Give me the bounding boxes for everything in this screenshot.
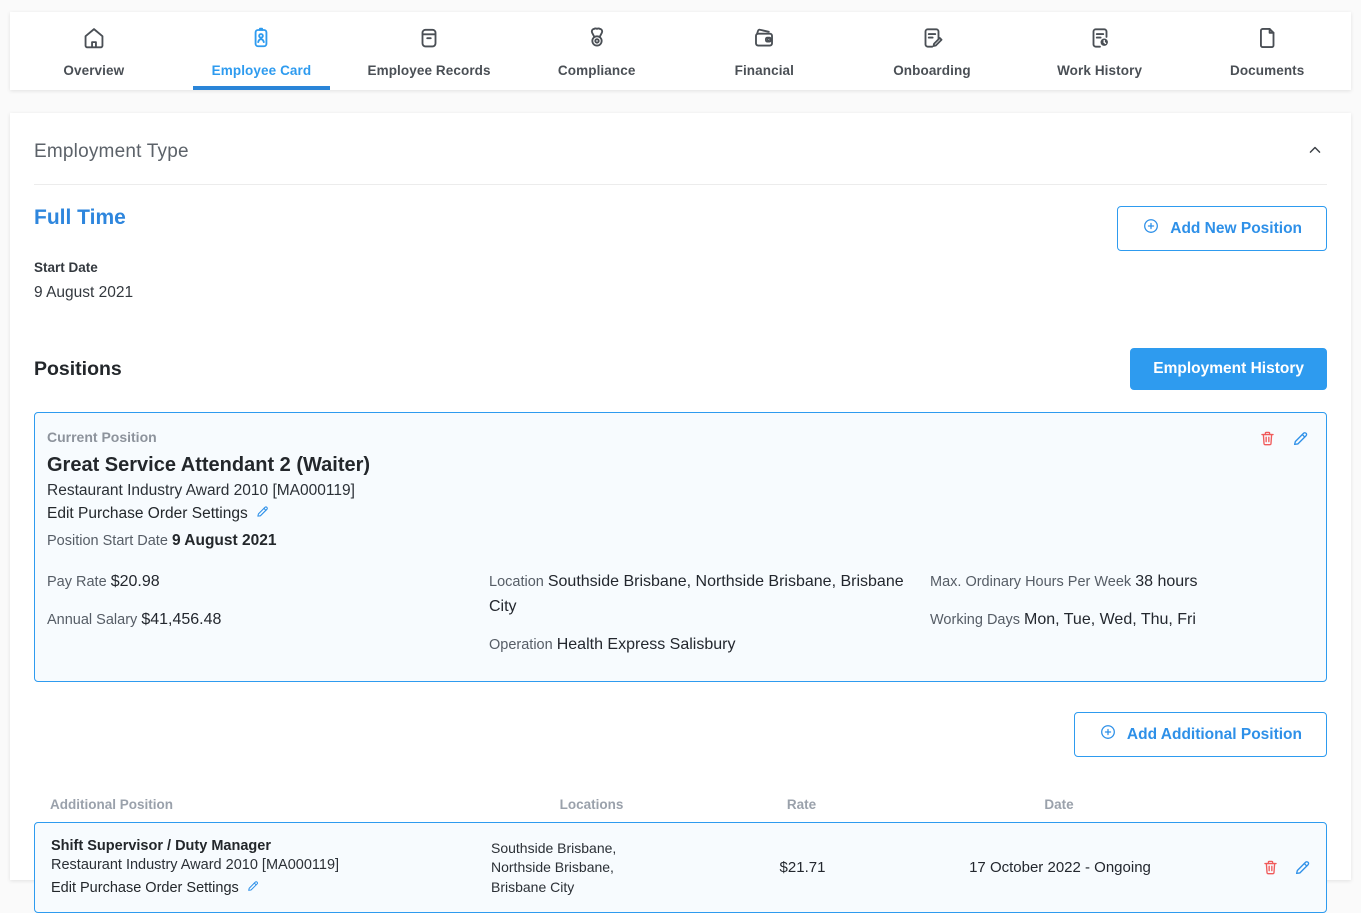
position-start-date-value: 9 August 2021 <box>172 532 277 549</box>
employee-card-panel: Employment Type Full Time Start Date 9 A… <box>10 113 1351 880</box>
pay-rate-label: Pay Rate <box>47 574 107 590</box>
delete-position-button[interactable] <box>1258 429 1277 448</box>
medal-icon <box>584 25 610 56</box>
start-date-value: 9 August 2021 <box>34 284 133 302</box>
tab-employee-records[interactable]: Employee Records <box>345 12 513 90</box>
tab-label: Employee Records <box>367 63 490 78</box>
column-header-rate: Rate <box>719 797 884 812</box>
column-header-date: Date <box>884 797 1234 812</box>
additional-position-row: Shift Supervisor / Duty Manager Restaura… <box>34 822 1327 913</box>
start-date-label: Start Date <box>34 260 133 275</box>
annual-salary-value: $41,456.48 <box>141 611 221 628</box>
trash-icon <box>1261 865 1280 880</box>
collapse-section-button[interactable] <box>1303 138 1327 165</box>
working-days-value: Mon, Tue, Wed, Thu, Fri <box>1024 611 1196 628</box>
add-new-position-button[interactable]: Add New Position <box>1117 206 1327 251</box>
top-tab-bar: Overview Employee Card Employee Records … <box>10 12 1351 90</box>
edit-purchase-order-label: Edit Purchase Order Settings <box>51 880 239 896</box>
plus-circle-icon <box>1142 217 1160 240</box>
position-title: Great Service Attendant 2 (Waiter) <box>47 454 1310 477</box>
history-doc-icon <box>1087 25 1113 56</box>
edit-purchase-order-link[interactable]: Edit Purchase Order Settings <box>47 504 270 524</box>
trash-icon <box>1258 436 1277 451</box>
position-award: Restaurant Industry Award 2010 [MA000119… <box>47 482 1310 500</box>
home-icon <box>81 25 107 56</box>
tab-label: Documents <box>1230 63 1304 78</box>
edit-position-button[interactable] <box>1291 429 1310 448</box>
tab-work-history[interactable]: Work History <box>1016 12 1184 90</box>
edit-purchase-order-label: Edit Purchase Order Settings <box>47 505 248 523</box>
position-start-date: Position Start Date 9 August 2021 <box>47 532 1310 550</box>
pay-rate-value: $20.98 <box>111 573 160 590</box>
location-value: Southside Brisbane, Northside Brisbane, … <box>489 573 904 615</box>
add-additional-position-label: Add Additional Position <box>1127 726 1302 744</box>
locations-cell: Southside Brisbane, Northside Brisbane, … <box>465 839 720 898</box>
add-additional-position-button[interactable]: Add Additional Position <box>1074 712 1327 757</box>
employment-type-value: Full Time <box>34 206 133 230</box>
employment-history-button[interactable]: Employment History <box>1130 348 1327 390</box>
tab-onboarding[interactable]: Onboarding <box>848 12 1016 90</box>
annual-salary-label: Annual Salary <box>47 612 137 628</box>
document-icon <box>1254 25 1280 56</box>
edit-purchase-order-link[interactable]: Edit Purchase Order Settings <box>51 879 260 897</box>
add-new-position-label: Add New Position <box>1170 220 1302 238</box>
max-hours-value: 38 hours <box>1135 573 1197 590</box>
current-position-card: Current Position Great Service Attendant… <box>34 412 1327 682</box>
tab-documents[interactable]: Documents <box>1183 12 1351 90</box>
current-position-label: Current Position <box>47 429 1310 445</box>
operation-label: Operation <box>489 637 553 653</box>
tab-compliance[interactable]: Compliance <box>513 12 681 90</box>
chevron-up-icon <box>1305 148 1325 163</box>
tab-label: Overview <box>63 63 124 78</box>
active-tab-underline <box>193 86 330 90</box>
archive-icon <box>416 25 442 56</box>
pencil-icon <box>1293 865 1312 880</box>
row-actions <box>1235 858 1326 877</box>
pencil-icon <box>246 879 260 897</box>
rate-cell: $21.71 <box>720 859 885 876</box>
column-header-locations: Locations <box>464 797 719 812</box>
positions-title: Positions <box>34 358 122 381</box>
pay-column: Pay Rate $20.98 Annual Salary $41,456.48 <box>47 570 489 657</box>
pencil-icon <box>255 504 270 524</box>
operation-value: Health Express Salisbury <box>557 636 736 653</box>
plus-circle-icon <box>1099 723 1117 746</box>
date-cell: 17 October 2022 - Ongoing <box>885 859 1235 876</box>
additional-position-title: Shift Supervisor / Duty Manager <box>51 838 465 854</box>
positions-header: Positions Employment History <box>34 348 1327 390</box>
tab-label: Compliance <box>558 63 636 78</box>
employment-type-header: Employment Type <box>34 113 1327 185</box>
tab-overview[interactable]: Overview <box>10 12 178 90</box>
edit-additional-position-button[interactable] <box>1293 858 1312 877</box>
id-card-icon <box>248 25 274 56</box>
additional-positions-table-header: Additional Position Locations Rate Date <box>34 797 1327 822</box>
delete-additional-position-button[interactable] <box>1261 858 1280 877</box>
position-start-date-label: Position Start Date <box>47 533 168 549</box>
hours-column: Max. Ordinary Hours Per Week 38 hours Wo… <box>930 570 1310 657</box>
location-column: Location Southside Brisbane, Northside B… <box>489 570 930 657</box>
position-detail-grid: Pay Rate $20.98 Annual Salary $41,456.48… <box>47 570 1310 657</box>
max-hours-label: Max. Ordinary Hours Per Week <box>930 574 1131 590</box>
tab-employee-card[interactable]: Employee Card <box>178 12 346 90</box>
tab-label: Employee Card <box>212 63 312 78</box>
pencil-icon <box>1291 436 1310 451</box>
tab-label: Onboarding <box>893 63 971 78</box>
form-edit-icon <box>919 25 945 56</box>
employment-type-block: Full Time Start Date 9 August 2021 Add N… <box>34 185 1327 302</box>
section-title: Employment Type <box>34 141 189 163</box>
additional-position-cell: Shift Supervisor / Duty Manager Restaura… <box>35 838 465 897</box>
additional-position-award: Restaurant Industry Award 2010 [MA000119… <box>51 857 465 873</box>
tab-financial[interactable]: Financial <box>681 12 849 90</box>
tab-label: Financial <box>735 63 794 78</box>
working-days-label: Working Days <box>930 612 1020 628</box>
wallet-icon <box>751 25 777 56</box>
location-label: Location <box>489 574 544 590</box>
tab-label: Work History <box>1057 63 1142 78</box>
column-header-additional-position: Additional Position <box>34 797 464 812</box>
